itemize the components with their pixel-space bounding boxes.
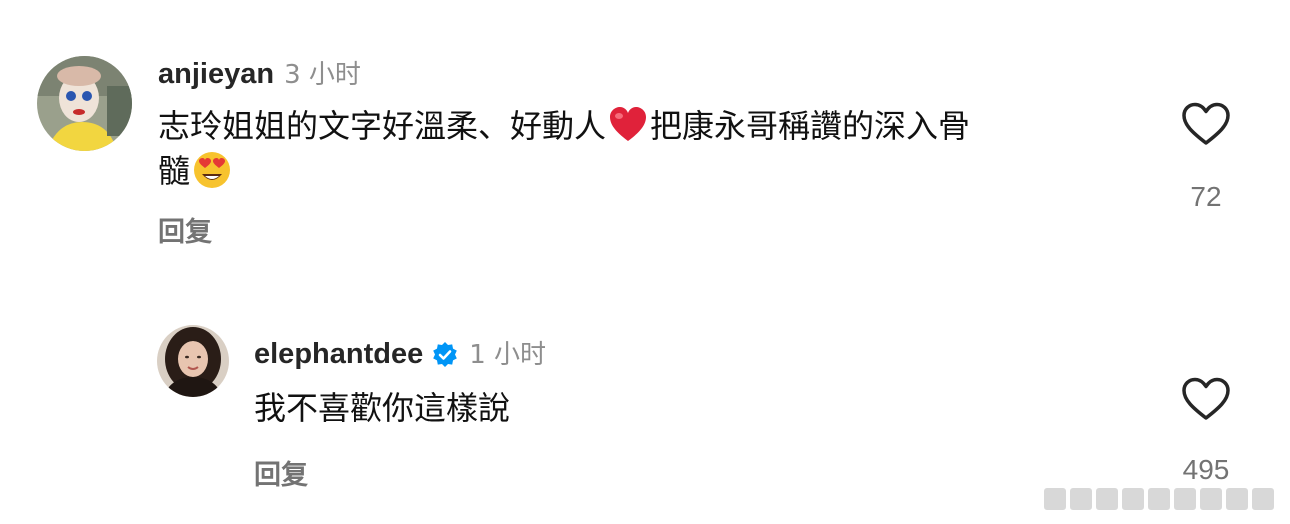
avatar-image [157, 325, 229, 397]
avatar[interactable] [157, 325, 229, 397]
comment-text: 我不喜歡你這樣說 [254, 389, 511, 427]
timestamp: 3 小时 [284, 59, 361, 90]
username[interactable]: elephantdee [254, 338, 423, 370]
watermark [1044, 484, 1276, 514]
heart-icon [1182, 102, 1230, 145]
like-count: 495 [1182, 454, 1230, 485]
heart-icon [1182, 377, 1230, 420]
avatar-image [37, 56, 132, 151]
red-heart-emoji [608, 105, 648, 145]
heart-eyes-emoji [192, 150, 232, 190]
like-button[interactable] [1181, 101, 1231, 147]
username[interactable]: anjieyan [158, 58, 274, 90]
reply-button[interactable]: 回复 [254, 453, 308, 492]
timestamp: 1 小时 [469, 339, 547, 370]
like-button[interactable] [1181, 376, 1231, 422]
reply-button[interactable]: 回复 [158, 210, 212, 249]
like-count: 72 [1190, 181, 1222, 212]
verified-badge-icon [431, 341, 459, 369]
avatar[interactable] [37, 56, 132, 151]
comment-text: 志玲姐姐的文字好溫柔、好動人 把康永哥稱讚的深入骨髓 [158, 105, 971, 190]
